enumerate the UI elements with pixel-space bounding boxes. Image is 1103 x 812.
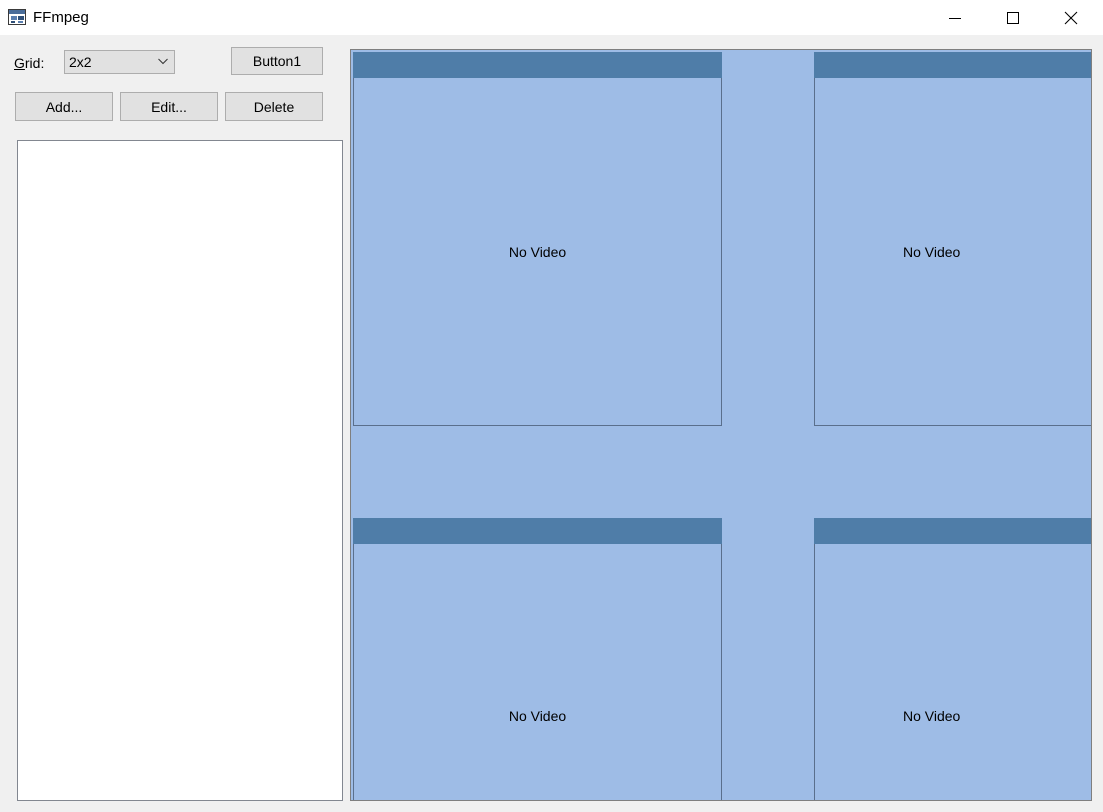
grid-label-text: rid: <box>24 55 45 71</box>
maximize-button[interactable] <box>984 0 1042 35</box>
source-list[interactable] <box>17 140 343 801</box>
video-tile-4[interactable]: No Video <box>814 518 1091 800</box>
video-tile-status: No Video <box>508 244 567 260</box>
grid-select[interactable]: 2x2 <box>64 50 175 74</box>
minimize-icon <box>949 17 961 19</box>
button1[interactable]: Button1 <box>231 47 323 75</box>
edit-button-label: Edit... <box>151 98 187 115</box>
grid-label-mnemonic: G <box>14 55 25 71</box>
edit-button[interactable]: Edit... <box>120 92 218 121</box>
add-button[interactable]: Add... <box>15 92 113 121</box>
window-title: FFmpeg <box>33 9 89 26</box>
video-grid: No Video No Video No Video No Video <box>350 49 1092 801</box>
minimize-button[interactable] <box>926 0 984 35</box>
app-window-icon[interactable] <box>8 9 26 25</box>
button1-label: Button1 <box>252 53 302 69</box>
chevron-down-icon <box>158 58 168 65</box>
video-tile-1[interactable]: No Video <box>353 52 722 426</box>
video-tile-status: No Video <box>508 708 567 724</box>
grid-label: Grid: <box>14 55 44 71</box>
video-tile-status: No Video <box>903 708 961 724</box>
video-tile-3[interactable]: No Video <box>353 518 722 800</box>
grid-select-value: 2x2 <box>69 54 92 70</box>
video-tile-header <box>814 52 1091 78</box>
video-tile-header <box>814 518 1091 544</box>
video-tile-status: No Video <box>903 244 961 260</box>
close-button[interactable] <box>1042 0 1100 35</box>
video-tile-header <box>353 52 722 78</box>
video-tile-2[interactable]: No Video <box>814 52 1091 426</box>
app-window: FFmpeg Grid: 2x2 Button1 Add... Edit... … <box>0 0 1103 812</box>
add-button-label: Add... <box>45 98 83 115</box>
title-bar[interactable]: FFmpeg <box>0 0 1103 35</box>
video-tile-header <box>353 518 722 544</box>
delete-button-label: Delete <box>253 98 295 115</box>
close-icon <box>1064 11 1078 24</box>
maximize-icon <box>1007 11 1019 24</box>
delete-button[interactable]: Delete <box>225 92 323 121</box>
